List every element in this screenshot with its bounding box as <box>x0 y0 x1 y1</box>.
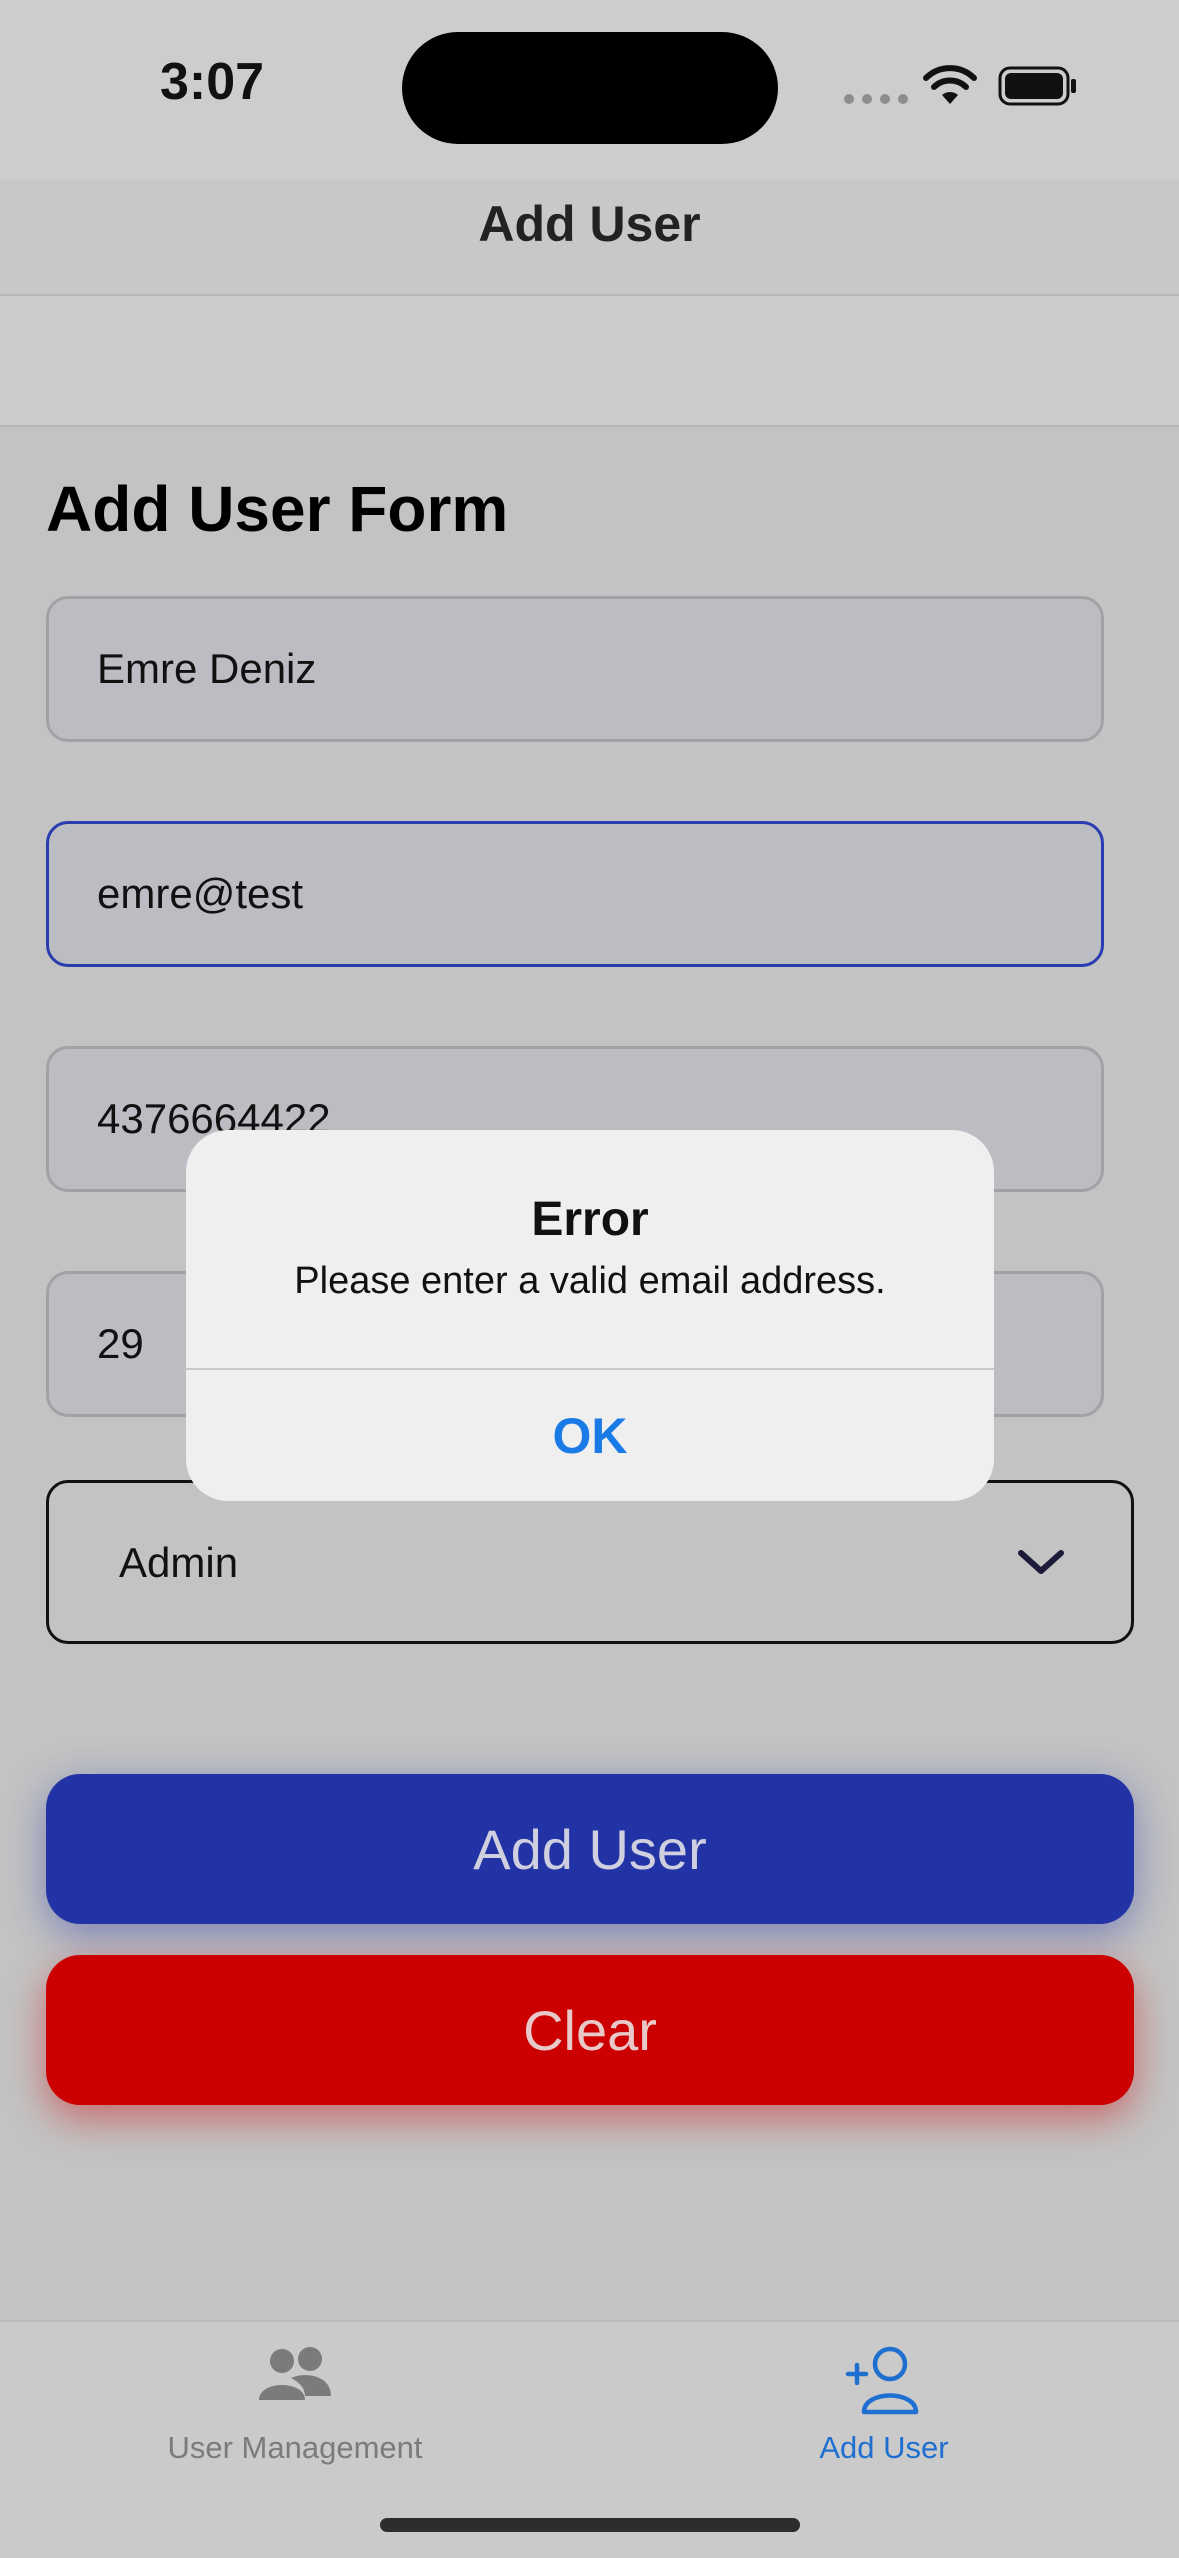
status-bar: 3:07 <box>0 0 1179 180</box>
home-indicator[interactable] <box>380 2518 800 2532</box>
nav-title: Add User <box>478 196 701 252</box>
tab-add-user-label: Add User <box>819 2430 949 2465</box>
email-field[interactable]: emre@test <box>46 821 1104 967</box>
people-icon <box>259 2347 331 2400</box>
alert-message: Please enter a valid email address. <box>294 1260 886 1302</box>
role-select-value: Admin <box>119 1539 239 1586</box>
dynamic-island <box>402 32 778 144</box>
name-field[interactable]: Emre Deniz <box>46 596 1104 742</box>
cellular-signal-icon <box>844 94 908 104</box>
person-add-icon <box>845 2346 919 2415</box>
alert-title: Error <box>531 1193 649 1246</box>
role-select[interactable]: Admin <box>46 1480 1134 1644</box>
tab-add-user[interactable]: Add User <box>589 2320 1179 2520</box>
add-user-button[interactable]: Add User <box>46 1774 1134 1924</box>
alert-ok-button[interactable]: OK <box>186 1370 994 1501</box>
clear-button[interactable]: Clear <box>46 1955 1134 2105</box>
form-title: Add User Form <box>46 473 509 545</box>
chevron-down-icon <box>1018 1550 1064 1574</box>
tab-user-management-label: User Management <box>167 2430 423 2465</box>
tab-user-management[interactable]: User Management <box>0 2320 590 2520</box>
error-alert-dialog: Error Please enter a valid email address… <box>186 1130 994 1501</box>
wifi-icon <box>923 65 977 104</box>
status-time: 3:07 <box>160 53 265 111</box>
battery-icon <box>998 66 1076 106</box>
nav-spacer <box>0 296 1179 426</box>
